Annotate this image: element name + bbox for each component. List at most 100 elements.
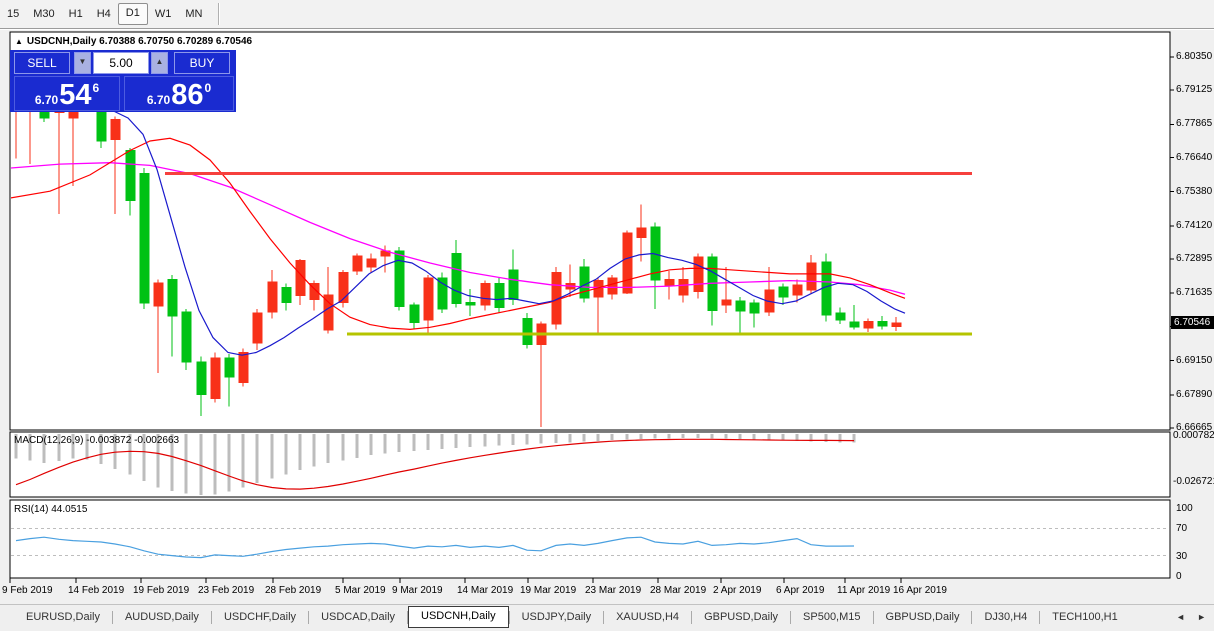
date-axis-label: 14 Feb 2019 (68, 585, 124, 596)
symbol-tab-usdcad-daily[interactable]: USDCAD,Daily (309, 607, 407, 627)
date-axis-label: 16 Apr 2019 (893, 585, 947, 596)
candle-body (324, 295, 333, 330)
rsi-axis-label: 100 (1176, 503, 1193, 514)
price-axis-label: 6.74120 (1176, 220, 1212, 231)
candle-body (197, 362, 206, 395)
arrow-up-icon: ▲ (156, 57, 164, 66)
candle-body (779, 287, 788, 297)
date-axis-label: 11 Apr 2019 (837, 585, 890, 596)
sell-price-main: 54 (59, 80, 91, 110)
volume-decrease-button[interactable]: ▼ (74, 52, 91, 74)
timeframe-button-h4[interactable]: H4 (90, 4, 118, 24)
candle-body (353, 256, 362, 271)
symbol-tab-usdjpy-daily[interactable]: USDJPY,Daily (510, 607, 604, 627)
current-price-badge: 6.70546 (1171, 316, 1214, 329)
date-axis-label: 19 Feb 2019 (133, 585, 189, 596)
chart-title: ▲USDCNH,Daily 6.70388 6.70750 6.70289 6.… (15, 36, 252, 47)
price-axis-label: 6.71635 (1176, 287, 1212, 298)
candle-body (239, 352, 248, 382)
candle-body (211, 358, 220, 399)
candle-body (608, 278, 617, 294)
candle-body (111, 119, 120, 139)
price-axis-label: 6.72895 (1176, 253, 1212, 264)
rsi-axis-label: 0 (1176, 571, 1182, 582)
macd-pane (10, 432, 1170, 497)
symbol-tab-xauusd-h4[interactable]: XAUUSD,H4 (604, 607, 691, 627)
timeframe-button-mn[interactable]: MN (178, 4, 209, 24)
candle-body (481, 283, 490, 305)
volume-increase-button[interactable]: ▲ (151, 52, 168, 74)
timeframe-button-w1[interactable]: W1 (148, 4, 179, 24)
rsi-label: RSI(14) 44.0515 (14, 504, 87, 515)
rsi-axis-label: 30 (1176, 551, 1187, 562)
buy-price-pip: 0 (204, 81, 211, 95)
candle-body (282, 287, 291, 302)
candle-body (807, 263, 816, 290)
timeframe-button-d1[interactable]: D1 (118, 3, 148, 25)
symbol-tab-audusd-daily[interactable]: AUDUSD,Daily (113, 607, 211, 627)
candle-body (623, 233, 632, 293)
candle-body (466, 302, 475, 305)
macd-label: MACD(12,26,9) -0.003872 -0.002663 (14, 435, 179, 446)
symbol-tab-tech100-h1[interactable]: TECH100,H1 (1040, 607, 1129, 627)
tabs-scroll-left-icon[interactable]: ◄ (1176, 612, 1185, 622)
candle-body (253, 313, 262, 343)
candle-body (665, 279, 674, 286)
candle-body (452, 254, 461, 304)
symbol-tab-usdchf-daily[interactable]: USDCHF,Daily (212, 607, 308, 627)
arrow-down-icon: ▼ (79, 57, 87, 66)
symbol-tab-dj30-h4[interactable]: DJ30,H4 (972, 607, 1039, 627)
tabs-scroll-right-icon[interactable]: ► (1197, 612, 1206, 622)
price-axis-label: 6.67890 (1176, 389, 1212, 400)
candle-body (878, 321, 887, 326)
timeframe-button-m30[interactable]: M30 (26, 4, 61, 24)
price-axis-label: 6.69150 (1176, 355, 1212, 366)
date-axis-label: 28 Mar 2019 (650, 585, 706, 596)
candle-body (424, 278, 433, 320)
timeframe-button-h1[interactable]: H1 (62, 4, 90, 24)
timeframe-button-15[interactable]: 15 (0, 4, 26, 24)
candle-body (154, 283, 163, 306)
candle-body (694, 257, 703, 291)
symbol-tab-gbpusd-daily[interactable]: GBPUSD,Daily (874, 607, 972, 627)
date-axis-label: 14 Mar 2019 (457, 585, 513, 596)
date-axis-label: 9 Mar 2019 (392, 585, 443, 596)
volume-input[interactable]: 5.00 (93, 52, 149, 74)
candle-body (410, 305, 419, 323)
candle-body (864, 321, 873, 328)
buy-price-box[interactable]: 6.70 86 0 (124, 76, 234, 111)
symbol-tab-eurusd-daily[interactable]: EURUSD,Daily (14, 607, 112, 627)
rsi-pane (10, 500, 1170, 578)
sell-price-box[interactable]: 6.70 54 6 (14, 76, 120, 111)
symbol-tab-sp500-m15[interactable]: SP500,M15 (791, 607, 872, 627)
buy-price-prefix: 6.70 (147, 93, 170, 107)
date-axis-label: 28 Feb 2019 (265, 585, 321, 596)
candle-body (836, 313, 845, 320)
buy-price-main: 86 (171, 80, 203, 110)
price-axis-label: 6.76640 (1176, 152, 1212, 163)
chart-title-text: USDCNH,Daily 6.70388 6.70750 6.70289 6.7… (27, 36, 252, 47)
date-axis-label: 9 Feb 2019 (2, 585, 53, 596)
buy-button[interactable]: BUY (174, 52, 230, 74)
candle-body (850, 322, 859, 327)
symbol-tab-gbpusd-daily[interactable]: GBPUSD,Daily (692, 607, 790, 627)
price-axis-label: 6.80350 (1176, 51, 1212, 62)
candle-body (182, 312, 191, 362)
sell-price-pip: 6 (92, 81, 99, 95)
price-axis-label: 6.75380 (1176, 186, 1212, 197)
candle-body (140, 174, 149, 304)
timeframe-toolbar: 15M30H1H4D1W1MN (0, 0, 1214, 29)
sell-button[interactable]: SELL (14, 52, 70, 74)
candle-body (736, 301, 745, 311)
candle-body (509, 270, 518, 300)
price-axis-label: 6.77865 (1176, 118, 1212, 129)
candle-body (523, 319, 532, 345)
candle-body (580, 267, 589, 298)
rsi-axis-label: 70 (1176, 523, 1187, 534)
symbol-tab-usdcnh-daily[interactable]: USDCNH,Daily (408, 606, 509, 628)
date-axis-label: 6 Apr 2019 (776, 585, 824, 596)
candle-body (722, 300, 731, 305)
date-axis-label: 23 Mar 2019 (585, 585, 641, 596)
candle-body (822, 262, 831, 315)
macd-axis-label: -0.026721 (1173, 476, 1214, 487)
